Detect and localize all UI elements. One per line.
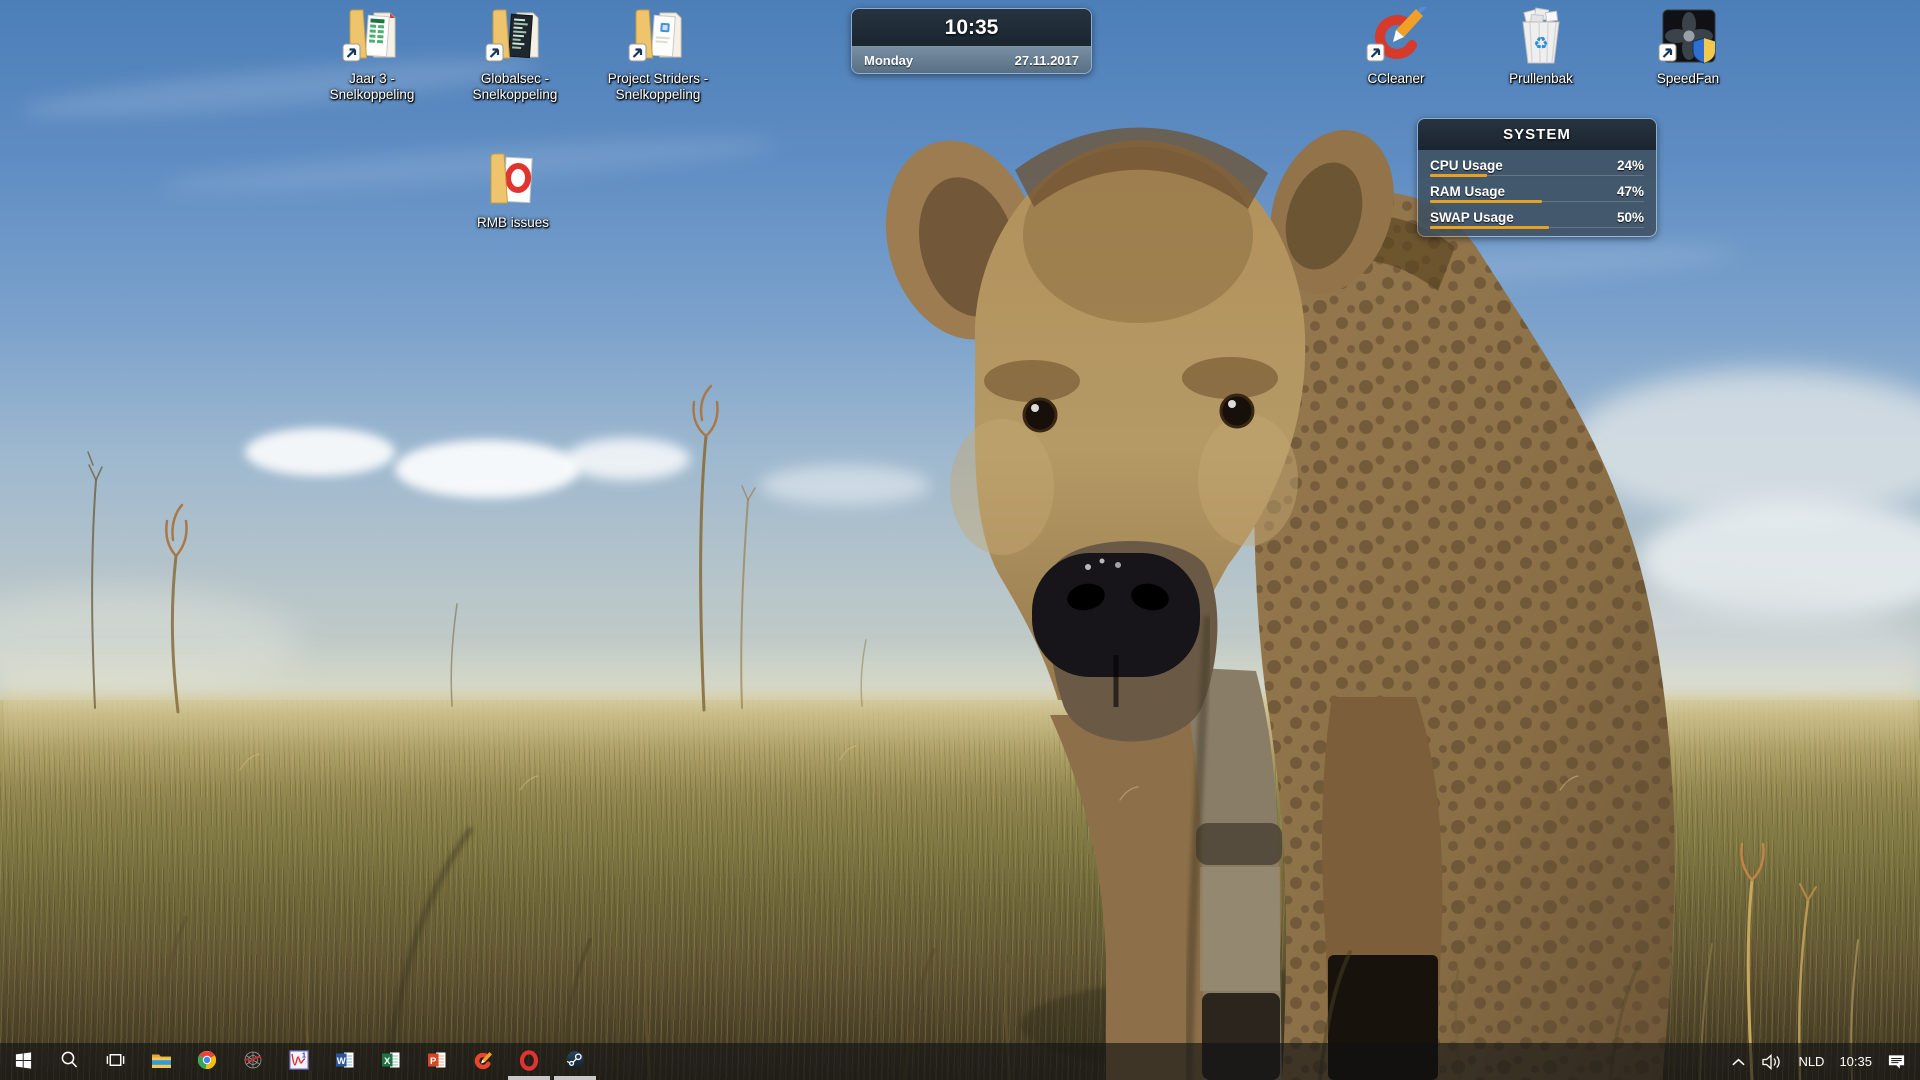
steam-button[interactable] <box>552 1043 598 1080</box>
excel-button[interactable]: X <box>368 1043 414 1080</box>
tray-chevron-button[interactable] <box>1731 1057 1746 1067</box>
usage-bar <box>1430 200 1542 203</box>
taskbar: 1 W X <box>0 1043 1920 1080</box>
desktop[interactable]: Jaar 3 - Snelkoppeling Globalsec - Snelk… <box>0 0 1920 1080</box>
file-explorer-button[interactable] <box>138 1043 184 1080</box>
system-row-label: CPU Usage <box>1430 158 1503 173</box>
file-explorer-icon <box>151 1051 172 1073</box>
action-center-icon <box>1887 1052 1906 1071</box>
desktop-icon-label: Prullenbak <box>1509 71 1573 87</box>
system-row-value: 50% <box>1617 210 1644 225</box>
usage-bar <box>1430 174 1487 177</box>
chrome-button[interactable] <box>184 1043 230 1080</box>
desktop-icon-prullenbak[interactable]: ♻ Prullenbak <box>1475 6 1607 87</box>
system-row-value: 47% <box>1617 184 1644 199</box>
desktop-icon-label: Project Striders - Snelkoppeling <box>594 71 722 104</box>
word-icon: W <box>335 1050 355 1073</box>
ccleaner-icon <box>473 1050 494 1074</box>
powerpoint-button[interactable]: P <box>414 1043 460 1080</box>
task-view-button[interactable] <box>92 1043 138 1080</box>
system-monitor-widget[interactable]: SYSTEM CPU Usage 24% RAM Usage 47% SWAP … <box>1417 118 1657 237</box>
desktop-icon-label: Globalsec - Snelkoppeling <box>451 71 579 104</box>
ccleaner-icon <box>1360 6 1432 68</box>
desktop-icon-project-striders[interactable]: Project Striders - Snelkoppeling <box>592 6 724 104</box>
system-row-label: RAM Usage <box>1430 184 1505 199</box>
folder-shortcut-icon <box>336 6 408 68</box>
desktop-icon-label: Jaar 3 - Snelkoppeling <box>308 71 436 104</box>
speaker-icon <box>1761 1054 1783 1070</box>
task-view-icon <box>105 1051 126 1072</box>
system-row-ram: RAM Usage 47% <box>1418 178 1656 204</box>
action-center-button[interactable] <box>1887 1052 1906 1071</box>
ccleaner-button[interactable] <box>460 1043 506 1080</box>
steam-icon <box>565 1050 585 1073</box>
usage-bar <box>1430 226 1549 229</box>
system-row-cpu: CPU Usage 24% <box>1418 152 1656 178</box>
net-graph-icon <box>243 1050 263 1073</box>
start-button[interactable] <box>0 1043 46 1080</box>
chevron-up-icon <box>1731 1057 1746 1067</box>
speedfan-icon <box>1652 6 1724 68</box>
search-button[interactable] <box>46 1043 92 1080</box>
perf-graph-button[interactable]: 1 <box>276 1043 322 1080</box>
opera-icon <box>519 1050 539 1074</box>
svg-text:W: W <box>337 1056 346 1067</box>
desktop-icon-rmb-issues[interactable]: RMB issues <box>447 150 579 231</box>
perf-graph-icon: 1 <box>289 1050 309 1073</box>
recycle-bin-icon: ♻ <box>1505 6 1577 68</box>
tray-clock[interactable]: 10:35 <box>1839 1054 1872 1069</box>
svg-text:♻: ♻ <box>1533 34 1548 54</box>
svg-text:1: 1 <box>302 1053 306 1060</box>
desktop-icon-globalsec[interactable]: Globalsec - Snelkoppeling <box>449 6 581 104</box>
clock-date: 27.11.2017 <box>1015 53 1079 68</box>
chrome-icon <box>197 1050 217 1073</box>
opera-button[interactable] <box>506 1043 552 1080</box>
powerpoint-icon: P <box>427 1050 447 1073</box>
desktop-icon-label: RMB issues <box>477 215 549 231</box>
system-row-swap: SWAP Usage 50% <box>1418 204 1656 230</box>
windows-logo-icon <box>14 1051 33 1073</box>
search-icon <box>59 1050 79 1073</box>
word-button[interactable]: W <box>322 1043 368 1080</box>
svg-text:X: X <box>384 1056 391 1067</box>
volume-button[interactable] <box>1761 1054 1783 1070</box>
desktop-icon-jaar3[interactable]: Jaar 3 - Snelkoppeling <box>306 6 438 104</box>
desktop-icon-label: SpeedFan <box>1657 71 1719 87</box>
clock-widget[interactable]: 10:35 Monday 27.11.2017 <box>851 8 1092 74</box>
desktop-icon-speedfan[interactable]: SpeedFan <box>1622 6 1754 87</box>
desktop-icon-label: CCleaner <box>1367 71 1424 87</box>
desktop-icon-ccleaner[interactable]: CCleaner <box>1330 6 1462 87</box>
excel-icon: X <box>381 1050 401 1073</box>
folder-shortcut-icon <box>622 6 694 68</box>
system-tray: NLD 10:35 <box>1717 1052 1920 1071</box>
folder-icon-opera <box>477 150 549 212</box>
system-row-value: 24% <box>1617 158 1644 173</box>
svg-text:P: P <box>430 1056 437 1067</box>
language-indicator[interactable]: NLD <box>1798 1054 1824 1069</box>
net-graph-button[interactable] <box>230 1043 276 1080</box>
hyena-wallpaper-subject <box>850 95 1750 1080</box>
system-widget-title: SYSTEM <box>1418 119 1656 150</box>
folder-shortcut-icon <box>479 6 551 68</box>
system-row-label: SWAP Usage <box>1430 210 1514 225</box>
clock-time: 10:35 <box>852 9 1091 46</box>
clock-day: Monday <box>864 53 913 68</box>
